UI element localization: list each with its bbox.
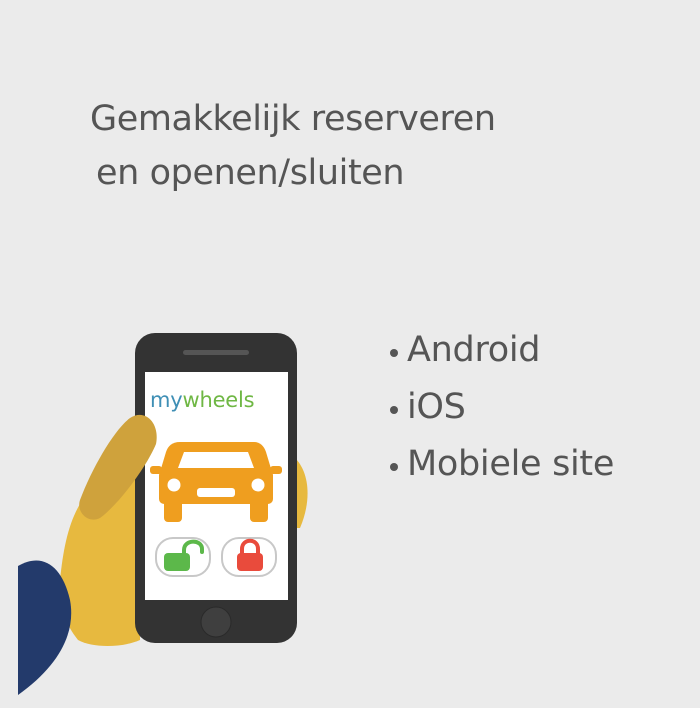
mywheels-logo: mywheels: [150, 388, 255, 412]
car-headlight-left: [167, 478, 181, 492]
logo-my: my: [150, 388, 183, 412]
phone-in-hand-illustration: [18, 333, 308, 695]
car-windshield: [178, 452, 254, 468]
lock-button[interactable]: [221, 537, 277, 577]
home-button[interactable]: [200, 606, 232, 638]
speaker-slot: [183, 350, 249, 355]
unlock-button[interactable]: [155, 537, 211, 577]
sleeve: [18, 560, 72, 695]
car-grille: [197, 488, 235, 497]
car-headlight-right: [251, 478, 265, 492]
logo-wheels: wheels: [182, 388, 255, 412]
